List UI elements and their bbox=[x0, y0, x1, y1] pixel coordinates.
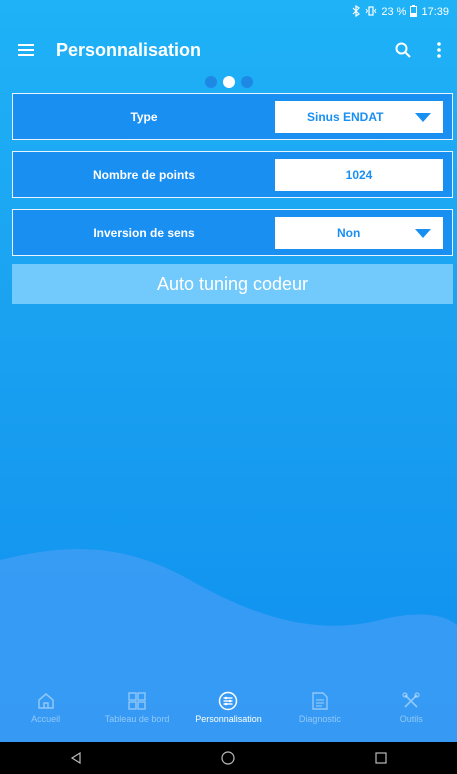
vibrate-icon bbox=[365, 5, 377, 20]
page-dot[interactable] bbox=[204, 76, 217, 88]
nav-label: Personnalisation bbox=[195, 714, 262, 724]
document-icon bbox=[312, 692, 328, 710]
param-label: Type bbox=[130, 109, 158, 124]
settings-sliders-icon bbox=[219, 691, 238, 711]
recents-icon bbox=[375, 752, 387, 764]
nav-label: Tableau de bord bbox=[104, 714, 170, 724]
param-row-type: Type Sinus ENDAT bbox=[12, 93, 453, 140]
nav-item-diagnostic[interactable]: Diagnostic bbox=[274, 688, 365, 724]
bluetooth-icon bbox=[351, 4, 361, 20]
more-vertical-icon bbox=[437, 42, 441, 58]
caret-down-icon bbox=[415, 229, 431, 238]
home-circle-icon bbox=[221, 751, 236, 765]
param-row-points: Nombre de points 1024 bbox=[12, 151, 453, 198]
nav-item-personnalisation[interactable]: Personnalisation bbox=[183, 688, 274, 724]
battery-icon bbox=[410, 4, 418, 20]
system-navigation-bar bbox=[0, 742, 457, 774]
param-label: Inversion de sens bbox=[93, 225, 195, 240]
page-dot[interactable] bbox=[240, 76, 253, 88]
tools-icon bbox=[402, 692, 420, 708]
nav-label: Accueil bbox=[31, 714, 61, 724]
search-button[interactable] bbox=[385, 24, 421, 76]
nav-item-outils[interactable]: Outils bbox=[366, 688, 457, 724]
input-value: 1024 bbox=[345, 168, 373, 182]
nav-label: Outils bbox=[399, 714, 423, 724]
param-label: Nombre de points bbox=[92, 167, 195, 182]
battery-text: 23 % bbox=[381, 6, 407, 18]
back-icon bbox=[71, 752, 81, 764]
dashboard-icon bbox=[128, 692, 146, 710]
home-icon bbox=[37, 693, 54, 709]
hamburger-icon bbox=[18, 44, 34, 56]
home-button[interactable] bbox=[208, 742, 248, 774]
search-icon bbox=[395, 42, 411, 58]
nav-item-tableau-de-bord[interactable]: Tableau de bord bbox=[92, 688, 183, 724]
dropdown-value: Sinus ENDAT bbox=[307, 110, 384, 124]
recents-button[interactable] bbox=[361, 742, 401, 774]
type-dropdown[interactable]: Sinus ENDAT bbox=[275, 101, 443, 133]
menu-button[interactable] bbox=[0, 24, 52, 76]
clock: 17:39 bbox=[421, 6, 449, 18]
app-bar: Personnalisation bbox=[0, 24, 457, 76]
param-row-inversion: Inversion de sens Non bbox=[12, 209, 453, 256]
status-bar: 23 % 17:39 bbox=[0, 0, 457, 24]
more-options-button[interactable] bbox=[421, 24, 457, 76]
page-title: Personnalisation bbox=[56, 39, 202, 60]
nav-label: Diagnostic bbox=[298, 714, 341, 724]
page-dot-active[interactable] bbox=[222, 76, 235, 88]
bottom-navigation: Accueil Tableau de bord Personnalisation… bbox=[0, 688, 457, 742]
nav-item-accueil[interactable]: Accueil bbox=[0, 688, 91, 724]
page-indicator bbox=[0, 76, 457, 90]
inversion-dropdown[interactable]: Non bbox=[275, 217, 443, 249]
caret-down-icon bbox=[415, 113, 431, 122]
back-button[interactable] bbox=[56, 742, 96, 774]
points-input[interactable]: 1024 bbox=[275, 159, 443, 191]
auto-tuning-button[interactable]: Auto tuning codeur bbox=[12, 264, 453, 304]
dropdown-value: Non bbox=[337, 226, 361, 240]
